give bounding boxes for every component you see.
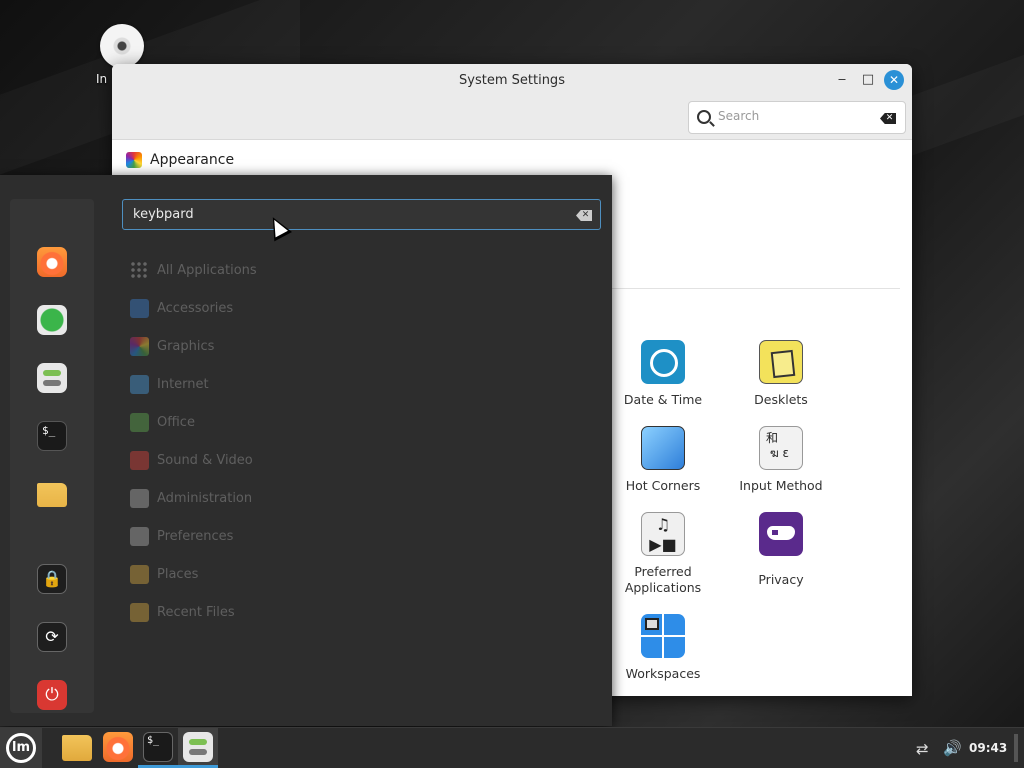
- category-recent-files[interactable]: Recent Files: [130, 593, 257, 631]
- category-label: Internet: [157, 376, 209, 392]
- category-graphics[interactable]: Graphics: [130, 327, 257, 365]
- recent-files-icon: [130, 602, 149, 622]
- grid-icon: [130, 260, 149, 280]
- terminal-icon[interactable]: $_: [37, 421, 67, 451]
- application-menu: $_ 🔒 ⟳ ⏻ ✕ All Applications Accessories …: [0, 175, 612, 726]
- preferences-icon: [130, 526, 149, 546]
- category-office[interactable]: Office: [130, 403, 257, 441]
- close-button[interactable]: ✕: [884, 70, 904, 90]
- category-sound-video[interactable]: Sound & Video: [130, 441, 257, 479]
- category-accessories[interactable]: Accessories: [130, 289, 257, 327]
- category-label: Administration: [157, 490, 253, 506]
- workspaces-icon: [641, 614, 685, 658]
- category-label: Places: [157, 566, 199, 582]
- install-disc-desktop-icon[interactable]: [100, 24, 144, 68]
- tile-preferred-applications[interactable]: ♫ ▶■ Preferred Applications: [608, 512, 718, 596]
- office-icon: [130, 412, 149, 432]
- tile-label: Desklets: [754, 392, 808, 407]
- volume-icon[interactable]: 🔊: [943, 739, 962, 757]
- linux-mint-logo-icon: lm: [6, 733, 36, 763]
- settings-search-box[interactable]: ✕: [688, 101, 906, 134]
- taskbar-firefox-icon[interactable]: [103, 732, 133, 762]
- category-places[interactable]: Places: [130, 555, 257, 593]
- privacy-mask-icon: [759, 512, 803, 556]
- logout-icon[interactable]: ⟳: [37, 622, 67, 652]
- tile-label: Date & Time: [623, 392, 703, 407]
- menu-search-input[interactable]: [133, 207, 553, 222]
- tile-label: Hot Corners: [625, 478, 701, 493]
- category-label: Recent Files: [157, 604, 235, 620]
- graphics-icon: [130, 336, 149, 356]
- power-icon[interactable]: ⏻: [37, 680, 67, 710]
- network-icon[interactable]: ⇄: [916, 740, 929, 758]
- window-overlay-icon: [645, 618, 659, 630]
- software-manager-icon[interactable]: [37, 305, 67, 335]
- tile-label: Input Method: [739, 478, 823, 493]
- system-settings-icon[interactable]: [37, 363, 67, 393]
- taskbar-terminal-icon[interactable]: $_: [143, 732, 173, 762]
- firefox-icon[interactable]: [37, 247, 67, 277]
- clear-search-icon[interactable]: ✕: [576, 210, 592, 221]
- clear-search-icon[interactable]: ✕: [880, 113, 896, 124]
- files-folder-icon[interactable]: [37, 483, 67, 507]
- tile-desklets[interactable]: Desklets: [726, 340, 836, 408]
- desktop-icon-label[interactable]: In: [96, 72, 112, 86]
- section-header-appearance: Appearance: [126, 152, 234, 168]
- taskbar: lm $_ ⇄ 🔊 09:43: [0, 727, 1024, 768]
- settings-search-input[interactable]: [718, 109, 868, 123]
- search-icon: [697, 110, 711, 124]
- section-title: Appearance: [150, 152, 235, 168]
- hot-corners-icon: [641, 426, 685, 470]
- show-desktop-button[interactable]: [1014, 734, 1018, 762]
- category-list: All Applications Accessories Graphics In…: [130, 251, 257, 631]
- tile-label: Preferred Applications: [624, 564, 702, 595]
- menu-button[interactable]: lm: [0, 728, 42, 768]
- category-preferences[interactable]: Preferences: [130, 517, 257, 555]
- sound-video-icon: [130, 450, 149, 470]
- minimize-button[interactable]: ‒: [832, 70, 852, 90]
- tile-label: Privacy: [758, 572, 804, 587]
- tile-input-method[interactable]: 和 ฆ ɛ Input Method: [726, 426, 836, 494]
- places-folder-icon: [130, 564, 149, 584]
- preferred-apps-icon: ♫ ▶■: [641, 512, 685, 556]
- input-method-icon: 和 ฆ ɛ: [759, 426, 803, 470]
- appearance-icon: [126, 152, 142, 168]
- category-label: Preferences: [157, 528, 234, 544]
- category-all-applications[interactable]: All Applications: [130, 251, 257, 289]
- internet-icon: [130, 374, 149, 394]
- maximize-button[interactable]: □: [858, 70, 878, 90]
- tile-privacy[interactable]: Privacy: [726, 512, 836, 588]
- clock-icon: [641, 340, 685, 384]
- favorites-sidebar: $_ 🔒 ⟳ ⏻: [10, 199, 94, 713]
- administration-icon: [130, 488, 149, 508]
- taskbar-system-settings-icon[interactable]: [183, 732, 213, 762]
- desklets-icon: [759, 340, 803, 384]
- section-divider: [612, 288, 900, 289]
- lock-screen-icon[interactable]: 🔒: [37, 564, 67, 594]
- tile-hot-corners[interactable]: Hot Corners: [608, 426, 718, 494]
- clock[interactable]: 09:43: [969, 741, 1007, 755]
- category-internet[interactable]: Internet: [130, 365, 257, 403]
- category-label: All Applications: [157, 262, 257, 278]
- category-label: Sound & Video: [157, 452, 253, 468]
- category-label: Office: [157, 414, 195, 430]
- category-label: Accessories: [157, 300, 234, 316]
- tile-label: Workspaces: [625, 666, 701, 681]
- category-label: Graphics: [157, 338, 215, 354]
- window-title: System Settings: [459, 73, 565, 88]
- taskbar-files-icon[interactable]: [62, 735, 92, 761]
- tile-date-time[interactable]: Date & Time: [608, 340, 718, 408]
- category-administration[interactable]: Administration: [130, 479, 257, 517]
- tile-workspaces[interactable]: Workspaces: [608, 614, 718, 682]
- accessories-icon: [130, 298, 149, 318]
- menu-search-box[interactable]: ✕: [122, 199, 601, 230]
- window-titlebar[interactable]: System Settings ‒ □ ✕ ✕: [112, 64, 912, 140]
